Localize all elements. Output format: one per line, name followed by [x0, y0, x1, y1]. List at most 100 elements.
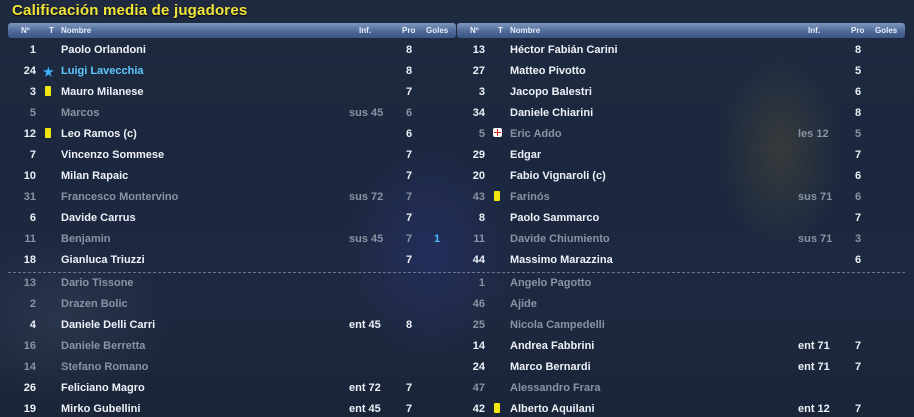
player-row[interactable]: 7 Vincenzo Sommese 7: [8, 145, 456, 166]
player-row[interactable]: 14 Stefano Romano: [8, 357, 456, 378]
player-row[interactable]: 14 Andrea Fabbrini ent 71 7: [457, 336, 905, 357]
player-influence: sus 72: [349, 191, 384, 203]
player-number: 44: [472, 254, 485, 266]
player-rating: 7: [406, 382, 413, 394]
player-row[interactable]: 27 Matteo Pivotto 5: [457, 61, 905, 82]
player-name: Feliciano Magro: [61, 382, 145, 394]
header-t: T: [498, 26, 503, 35]
player-row[interactable]: 6 Davide Carrus 7: [8, 208, 456, 229]
player-rating: 5: [855, 65, 862, 77]
player-row[interactable]: 26 Feliciano Magro ent 72 7: [8, 378, 456, 399]
player-number: 3: [29, 86, 36, 98]
player-influence: ent 72: [349, 382, 381, 394]
player-name: Matteo Pivotto: [510, 65, 586, 77]
player-row[interactable]: 24 Marco Bernardi ent 71 7: [457, 357, 905, 378]
player-rating: 8: [406, 44, 413, 56]
player-influence: ent 71: [798, 340, 830, 352]
player-row[interactable]: 16 Daniele Berretta: [8, 336, 456, 357]
header-goles: Goles: [426, 26, 449, 35]
player-name: Luigi Lavecchia: [61, 65, 144, 77]
player-row[interactable]: 43 Farinós sus 71 6: [457, 187, 905, 208]
player-row[interactable]: 11 Davide Chiumiento sus 71 3: [457, 229, 905, 250]
yellow-card-icon: [45, 86, 51, 96]
player-name: Massimo Marazzina: [510, 254, 613, 266]
player-rating: 8: [855, 44, 862, 56]
player-number: 2: [29, 298, 36, 310]
player-row[interactable]: 47 Alessandro Frara: [457, 378, 905, 399]
player-rating: 6: [406, 128, 413, 140]
player-row[interactable]: 46 Ajide: [457, 294, 905, 315]
player-row[interactable]: 1 Angelo Pagotto: [457, 273, 905, 294]
player-row[interactable]: 3 Jacopo Balestri 6: [457, 82, 905, 103]
player-name: Héctor Fabián Carini: [510, 44, 618, 56]
player-row[interactable]: 44 Massimo Marazzina 6: [457, 250, 905, 271]
player-rating: 7: [855, 361, 862, 373]
player-number: 27: [472, 65, 485, 77]
player-number: 13: [472, 44, 485, 56]
player-row[interactable]: 31 Francesco Montervino sus 72 7: [8, 187, 456, 208]
player-influence: ent 45: [349, 319, 381, 331]
player-name: Leo Ramos (c): [61, 128, 137, 140]
yellow-card-icon: [494, 403, 500, 413]
player-row[interactable]: 34 Daniele Chiarini 8: [457, 103, 905, 124]
header-no: Nº: [21, 26, 30, 35]
player-row[interactable]: 10 Milan Rapaic 7: [8, 166, 456, 187]
player-influence: sus 71: [798, 191, 833, 203]
player-row[interactable]: 11 Benjamin sus 45 7 1: [8, 229, 456, 250]
player-row[interactable]: 5 Marcos sus 45 6: [8, 103, 456, 124]
right-table-header: Nº T Nombre Inf. Pro Goles: [457, 23, 905, 38]
player-number: 4: [29, 319, 36, 331]
page-title: Calificación media de jugadores: [12, 2, 248, 19]
player-influence: ent 12: [798, 403, 830, 415]
player-row[interactable]: 20 Fabio Vignaroli (c) 6: [457, 166, 905, 187]
favourite-star-icon: ★: [43, 65, 54, 79]
player-number: 43: [472, 191, 485, 203]
player-row[interactable]: 8 Paolo Sammarco 7: [457, 208, 905, 229]
player-rating: 8: [406, 319, 413, 331]
player-row[interactable]: 18 Gianluca Triuzzi 7: [8, 250, 456, 271]
player-rating: 6: [855, 86, 862, 98]
player-rating: 7: [855, 149, 862, 161]
player-number: 24: [23, 65, 36, 77]
player-number: 47: [472, 382, 485, 394]
player-row[interactable]: 4 Daniele Delli Carri ent 45 8: [8, 315, 456, 336]
player-rating: 7: [406, 149, 413, 161]
player-row[interactable]: 13 Dario Tissone: [8, 273, 456, 294]
player-row[interactable]: 42 Alberto Aquilani ent 12 7: [457, 399, 905, 417]
player-row[interactable]: 12 Leo Ramos (c) 6: [8, 124, 456, 145]
player-influence: sus 45: [349, 107, 384, 119]
player-number: 14: [23, 361, 36, 373]
player-number: 8: [478, 212, 485, 224]
player-row[interactable]: 19 Mirko Gubellini ent 45 7: [8, 399, 456, 417]
player-number: 29: [472, 149, 485, 161]
player-influence: les 12: [798, 128, 829, 140]
player-influence: ent 71: [798, 361, 830, 373]
player-row[interactable]: 25 Nicola Campedelli: [457, 315, 905, 336]
player-rating: 7: [406, 170, 413, 182]
player-name: Milan Rapaic: [61, 170, 129, 182]
player-row[interactable]: 29 Edgar 7: [457, 145, 905, 166]
away-team-ratings-table: 13 Héctor Fabián Carini 8 27 Matteo Pivotto 5…: [457, 40, 905, 417]
player-name: Vincenzo Sommese: [61, 149, 165, 161]
player-name: Davide Chiumiento: [510, 233, 610, 245]
player-number: 6: [29, 212, 36, 224]
player-number: 1: [29, 44, 36, 56]
player-row[interactable]: 3 Mauro Milanese 7: [8, 82, 456, 103]
player-number: 24: [472, 361, 485, 373]
player-rating: 7: [406, 403, 413, 415]
player-name: Daniele Chiarini: [510, 107, 594, 119]
player-name: Ajide: [510, 298, 537, 310]
player-row[interactable]: 13 Héctor Fabián Carini 8: [457, 40, 905, 61]
player-row[interactable]: 24 ★ Luigi Lavecchia 8: [8, 61, 456, 82]
player-row[interactable]: 5 Eric Addo les 12 5: [457, 124, 905, 145]
player-name: Edgar: [510, 149, 542, 161]
player-rating: 8: [406, 65, 413, 77]
player-number: 11: [473, 233, 485, 245]
player-number: 34: [472, 107, 485, 119]
player-rating: 6: [406, 107, 413, 119]
player-name: Fabio Vignaroli (c): [510, 170, 606, 182]
player-rating: 6: [855, 191, 862, 203]
player-rating: 5: [855, 128, 862, 140]
player-row[interactable]: 2 Drazen Bolic: [8, 294, 456, 315]
player-row[interactable]: 1 Paolo Orlandoni 8: [8, 40, 456, 61]
